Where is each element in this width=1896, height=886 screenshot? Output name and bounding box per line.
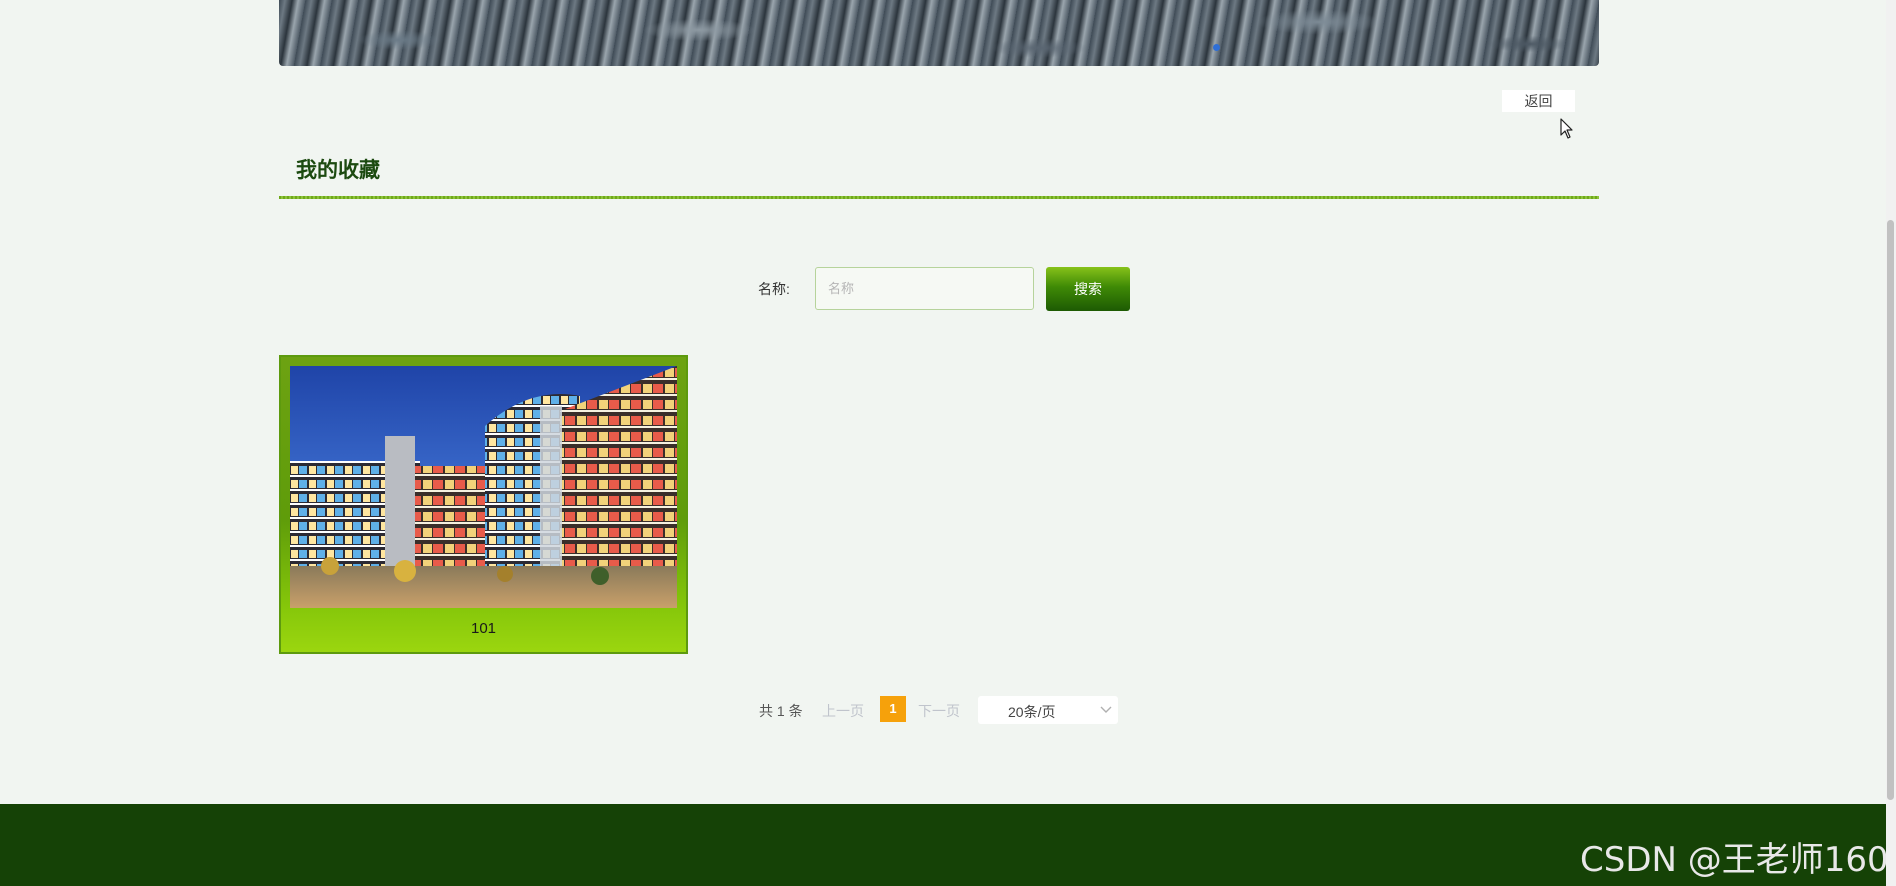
header-banner-image (279, 0, 1599, 66)
page-title: 我的收藏 (296, 159, 380, 182)
pagination-prev-button[interactable]: 上一页 (822, 701, 864, 721)
title-divider (279, 196, 1599, 199)
page-size-value: 20条/页 (1008, 704, 1056, 720)
page-size-select[interactable]: 20条/页 (978, 696, 1118, 724)
watermark-text: CSDN @王老师160 (1580, 840, 1889, 880)
pagination-next-button[interactable]: 下一页 (918, 701, 960, 721)
back-button[interactable]: 返回 (1502, 90, 1575, 112)
pagination-page-1[interactable]: 1 (880, 696, 906, 722)
pagination-total: 共 1 条 (759, 703, 803, 719)
scrollbar-thumb[interactable] (1887, 220, 1894, 800)
banner-detail (1213, 44, 1220, 51)
mouse-cursor-icon (1560, 118, 1573, 139)
favorite-card-image[interactable] (290, 366, 677, 608)
favorite-card-caption[interactable]: 101 (281, 620, 686, 637)
favorite-card[interactable]: 101 (279, 355, 688, 654)
search-button[interactable]: 搜索 (1046, 267, 1130, 311)
search-input[interactable] (815, 267, 1034, 310)
scrollbar-track[interactable] (1886, 0, 1896, 886)
search-label: 名称: (758, 281, 790, 297)
chevron-down-icon (1100, 706, 1112, 713)
